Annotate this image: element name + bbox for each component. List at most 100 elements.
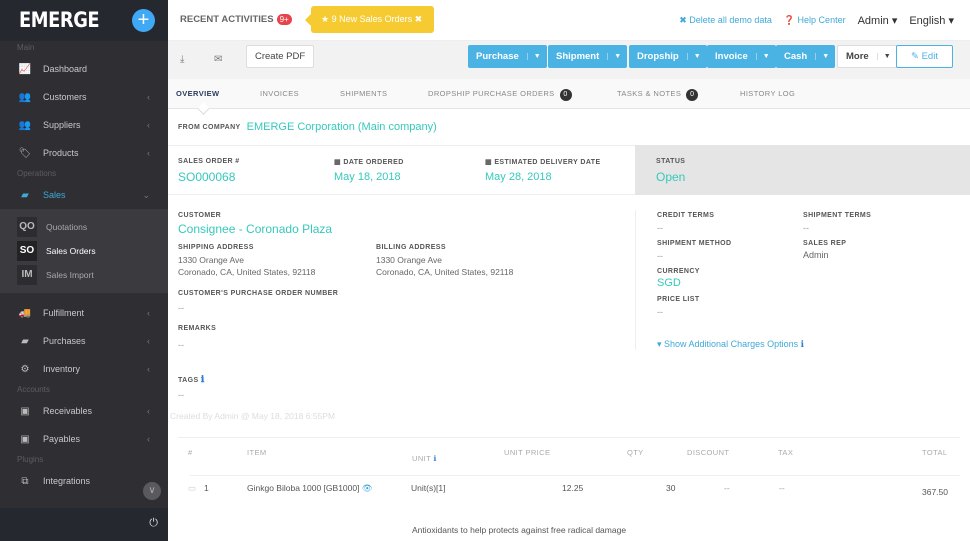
sidebar-subitem-quotations[interactable]: QO Quotations <box>0 215 168 239</box>
new-orders-toast[interactable]: ★ 9 New Sales Orders ✖ <box>304 6 435 33</box>
envelope-icon[interactable]: ✉ <box>214 54 222 65</box>
status-value: Open <box>656 170 686 184</box>
additional-charges-toggle[interactable]: ▾ Show Additional Charges Options ℹ <box>657 339 804 350</box>
item-description: Antioxidants to help protects against fr… <box>412 525 627 535</box>
sidebar-item-sales[interactable]: ▰ Sales ⌄ <box>0 181 168 209</box>
dropship-button[interactable]: Dropship ▼ <box>629 45 707 68</box>
field-label: TAGS ℹ <box>178 374 205 385</box>
remarks: REMARKS -- <box>178 325 216 350</box>
abbr-badge: SO <box>17 241 37 261</box>
caret-down-icon[interactable]: ▼ <box>876 53 897 60</box>
label-text: DATE ORDERED <box>343 159 404 166</box>
sidebar-item-label: Sales <box>43 190 66 200</box>
sidebar-item-label: Products <box>43 148 79 158</box>
scroll-down-button[interactable]: ∨ <box>143 482 161 500</box>
tab-dropship-purchase-orders[interactable]: DROPSHIP PURCHASE ORDERS 0 <box>428 89 572 101</box>
tags-icon: 🏷 <box>18 147 32 159</box>
language-menu[interactable]: English ▾ <box>909 14 954 27</box>
caret-down-icon[interactable]: ▼ <box>526 53 547 60</box>
chevron-left-icon: ‹ <box>147 336 150 346</box>
logo[interactable]: EMERGE <box>19 8 100 32</box>
field-value: -- <box>178 390 184 400</box>
col-header-total: TOTAL <box>922 448 948 457</box>
tab-invoices[interactable]: INVOICES <box>260 89 299 98</box>
calendar-icon: ▦ <box>334 159 344 166</box>
button-label: More <box>846 51 869 62</box>
sidebar-subitem-sales-orders[interactable]: SO Sales Orders <box>0 239 168 263</box>
from-company-label: FROM COMPANY <box>178 123 241 131</box>
field-value: May 28, 2018 <box>485 171 552 183</box>
address-line: Coronado, CA, United States, 92118 <box>178 267 316 277</box>
sidebar-item-inventory[interactable]: ⚙ Inventory ‹ <box>0 355 168 383</box>
divider <box>635 210 636 350</box>
field-value: -- <box>657 223 663 233</box>
from-company: FROM COMPANY EMERGE Corporation (Main co… <box>178 121 437 133</box>
from-company-value[interactable]: EMERGE Corporation (Main company) <box>247 121 437 133</box>
sales-order-number: SALES ORDER # SO000068 <box>178 158 240 184</box>
item-tax: -- <box>779 483 785 493</box>
sidebar-item-label: Purchases <box>43 336 86 346</box>
sidebar-item-customers[interactable]: 👥 Customers ‹ <box>0 83 168 111</box>
toggle-label: ▾ Show Additional Charges Options <box>657 339 799 349</box>
sidebar-item-fulfillment[interactable]: 🚚 Fulfillment ‹ <box>0 299 168 327</box>
info-icon[interactable]: ℹ <box>201 374 205 384</box>
users-icon: 👥 <box>18 119 32 131</box>
recent-activities[interactable]: RECENT ACTIVITIES 9+ <box>180 14 292 25</box>
tab-shipments[interactable]: SHIPMENTS <box>340 89 387 98</box>
count-badge: 0 <box>559 89 572 101</box>
notification-badge: 9+ <box>276 14 292 25</box>
tab-overview[interactable]: OVERVIEW <box>176 89 220 98</box>
sidebar-item-suppliers[interactable]: 👥 Suppliers ‹ <box>0 111 168 139</box>
caret-down-icon[interactable]: ▼ <box>686 53 707 60</box>
caret-down-icon[interactable]: ▼ <box>815 53 835 60</box>
field-value: Admin <box>803 250 829 260</box>
sidebar-item-products[interactable]: 🏷 Products ‹ <box>0 139 168 167</box>
invoice-button[interactable]: Invoice ▼ <box>707 45 776 68</box>
purchase-button[interactable]: Purchase ▼ <box>468 45 547 68</box>
eye-icon[interactable]: 👁 <box>362 483 373 493</box>
sidebar-item-purchases[interactable]: ▰ Purchases ‹ <box>0 327 168 355</box>
caret-down-icon[interactable]: ▼ <box>607 53 627 60</box>
download-icon[interactable]: ⤓ <box>180 54 184 65</box>
edit-button[interactable]: ✎ Edit <box>896 45 953 68</box>
create-pdf-button[interactable]: Create PDF <box>246 45 315 68</box>
shipment-button[interactable]: Shipment ▼ <box>548 45 628 68</box>
item-total: 367.50 <box>922 487 948 497</box>
sidebar-item-payables[interactable]: ▣ Payables ‹ <box>0 425 168 453</box>
delete-demo-data-link[interactable]: ✖ Delete all demo data <box>679 15 772 26</box>
button-label: Dropship <box>637 51 679 62</box>
chevron-left-icon: ‹ <box>147 308 150 318</box>
field-value: -- <box>803 223 809 233</box>
tab-tasks-notes[interactable]: TASKS & NOTES 0 <box>617 89 699 101</box>
sidebar-item-dashboard[interactable]: 📈 Dashboard <box>0 55 168 83</box>
more-button[interactable]: More ▼ <box>837 45 898 68</box>
cash-button[interactable]: Cash ▼ <box>776 45 836 68</box>
power-icon[interactable]: ⏻ <box>149 517 158 530</box>
tab-history-log[interactable]: HISTORY LOG <box>740 89 795 98</box>
info-icon[interactable]: ℹ <box>801 339 804 349</box>
help-center-link[interactable]: ❓ Help Center <box>784 15 846 26</box>
customer-link[interactable]: Consignee - Coronado Plaza <box>178 222 332 236</box>
money-icon: ▣ <box>20 405 30 417</box>
sidebar-footer: ⏻ <box>0 508 168 541</box>
shipment-method: SHIPMENT METHOD -- <box>657 240 731 261</box>
credit-terms: CREDIT TERMS -- <box>657 212 714 233</box>
sidebar-item-receivables[interactable]: ▣ Receivables ‹ <box>0 397 168 425</box>
button-label: Cash <box>784 51 808 62</box>
field-value: May 18, 2018 <box>334 171 401 183</box>
sidebar-subitem-sales-import[interactable]: IM Sales Import <box>0 263 168 287</box>
order-status: STATUS Open <box>656 158 685 184</box>
created-by: Created By Admin @ May 18, 2018 6:55PM <box>170 411 336 421</box>
sidebar: EMERGE + Main 📈 Dashboard 👥 Customers ‹ 👥 Su… <box>0 0 168 541</box>
section-main: Main <box>17 43 35 52</box>
item-qty: 30 <box>666 483 676 493</box>
field-value: SGD <box>657 277 681 289</box>
caret-down-icon[interactable]: ▼ <box>755 53 776 60</box>
chart-line-icon: 📈 <box>18 63 32 75</box>
field-value: -- <box>178 303 184 313</box>
address-line: 1330 Orange Ave <box>376 255 443 265</box>
user-menu[interactable]: Admin ▾ <box>858 14 898 27</box>
info-icon[interactable]: ℹ <box>433 454 436 463</box>
add-new-button[interactable]: + <box>132 9 155 32</box>
sidebar-item-label: Integrations <box>43 476 91 486</box>
